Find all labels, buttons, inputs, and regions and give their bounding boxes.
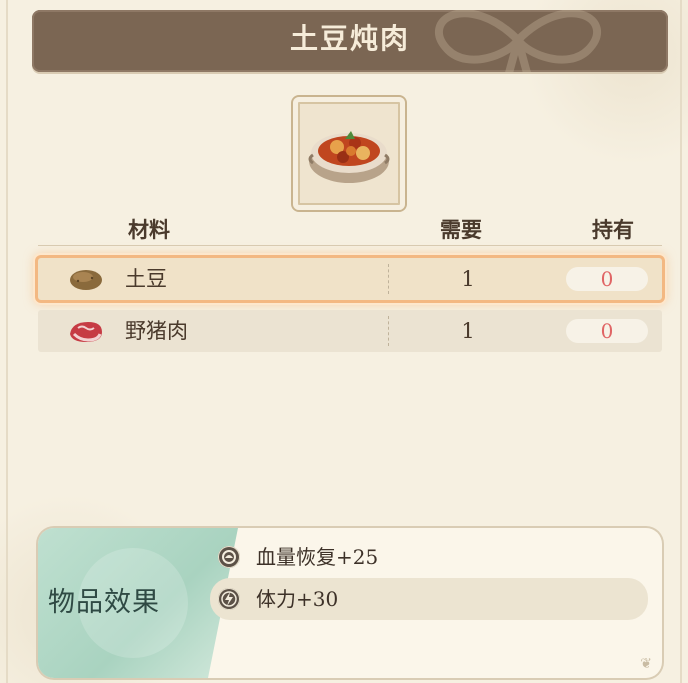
effect-text: 体力+30: [256, 587, 339, 611]
have-count: 0: [566, 267, 648, 291]
ingredient-row-potato[interactable]: 土豆 1 0: [38, 258, 662, 300]
header-divider: [38, 245, 662, 246]
item-icon-frame: [293, 97, 405, 210]
corner-ornament-icon: ❦: [640, 656, 652, 672]
item-effect-panel: 物品效果 血量恢复+25 体力+30 ❦: [38, 528, 662, 678]
health-icon: [218, 546, 240, 568]
header-have: 持有: [592, 217, 634, 242]
stamina-lightning-icon: [218, 588, 240, 610]
effect-label: 物品效果: [48, 587, 160, 618]
row-separator: [388, 264, 389, 294]
page-title: 土豆炖肉: [289, 22, 410, 55]
header-material: 材料: [128, 217, 170, 242]
potato-stew-icon: [308, 131, 390, 183]
need-count: 1: [461, 319, 475, 343]
ingredient-name: 土豆: [125, 267, 167, 291]
ingredient-name: 野猪肉: [125, 319, 188, 343]
header-need: 需要: [440, 217, 482, 242]
boar-meat-icon: [70, 322, 102, 342]
ingredient-row-boar-meat[interactable]: 野猪肉 1 0: [38, 310, 662, 352]
need-count: 1: [461, 267, 475, 291]
have-count: 0: [566, 319, 648, 343]
potato-icon: [70, 270, 102, 290]
effect-line-stamina: 体力+30: [210, 578, 648, 620]
effect-text: 血量恢复+25: [256, 545, 379, 569]
effect-line-health: 血量恢复+25: [210, 536, 648, 578]
title-banner: 土豆炖肉: [32, 10, 668, 72]
row-separator: [388, 316, 389, 346]
